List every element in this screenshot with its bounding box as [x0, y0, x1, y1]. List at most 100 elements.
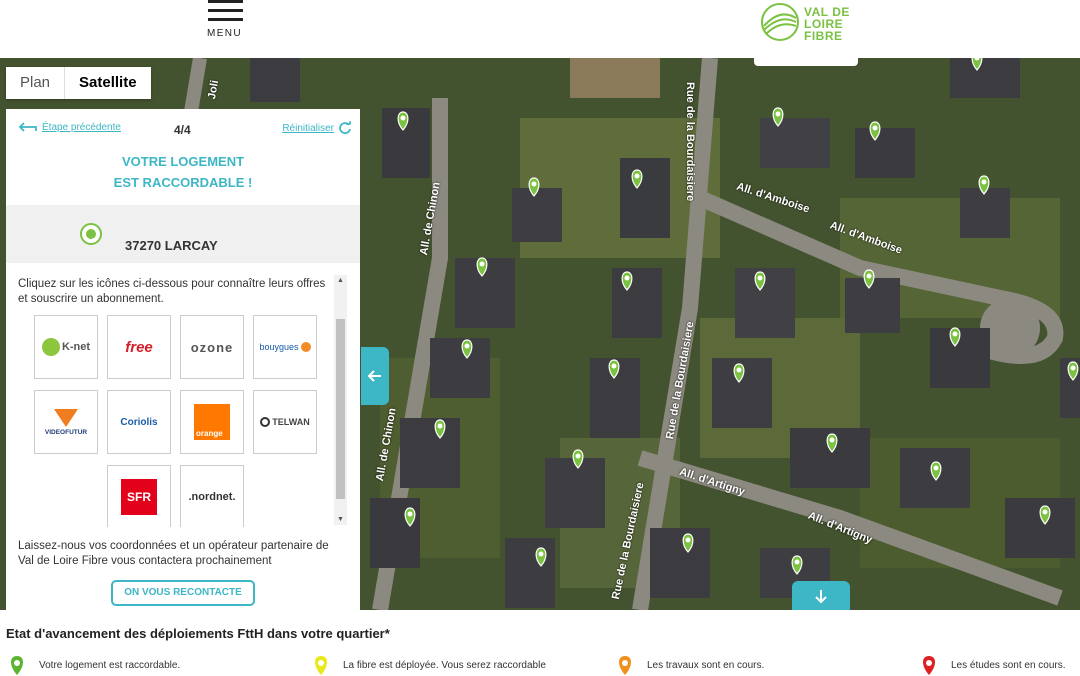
location-marker-icon	[978, 175, 990, 195]
address-box	[6, 205, 360, 263]
videofutur-logo: VIDEOFUTUR	[44, 408, 88, 436]
menu-bar	[208, 18, 243, 21]
operator-telwan-button[interactable]: TELWAN	[253, 390, 317, 454]
scroll-down-button[interactable]	[792, 581, 850, 610]
address-text: 37270 LARCAY	[125, 238, 218, 253]
location-marker-icon	[434, 419, 446, 439]
ozone-logo: ozone	[190, 339, 234, 355]
scroll-down-icon[interactable]: ▼	[337, 516, 344, 523]
legend-label: Votre logement est raccordable.	[39, 659, 181, 671]
legend-item: Votre logement est raccordable.	[9, 654, 180, 676]
legend-item: La fibre est déployée. Vous serez raccor…	[313, 654, 546, 676]
location-marker-icon	[621, 271, 633, 291]
nordnet-logo: .nordnet.	[188, 491, 236, 503]
result-heading-line1: VOTRE LOGEMENT	[121, 154, 245, 169]
refresh-icon	[339, 121, 351, 134]
legend-item: Les études sont en cours.	[921, 654, 1066, 676]
legend-item: Les travaux sont en cours.	[617, 654, 764, 676]
reset-label: Réinitialiser	[282, 122, 334, 134]
back-arrow-icon	[18, 122, 37, 132]
arrow-down-icon	[815, 589, 827, 603]
operator-grid: K-net free ozone bouygues VIDEOFUTUR Cor…	[34, 315, 322, 527]
legend-title: Etat d'avancement des déploiements FttH …	[6, 626, 390, 641]
operators-scrollbar[interactable]: ▲ ▼	[334, 275, 347, 525]
operator-ozone-button[interactable]: ozone	[180, 315, 244, 379]
location-marker-icon	[772, 107, 784, 127]
operator-knet-button[interactable]: K-net	[34, 315, 98, 379]
menu-label[interactable]: MENU	[207, 28, 242, 39]
location-marker-icon	[404, 507, 416, 527]
location-marker-icon	[528, 177, 540, 197]
location-marker-icon	[572, 449, 584, 469]
yellow-marker-icon	[315, 656, 327, 675]
menu-bar	[208, 0, 243, 3]
operators-intro-text: Cliquez sur les icônes ci-dessous pour c…	[18, 278, 326, 305]
red-marker-icon	[923, 656, 935, 675]
location-marker-icon	[826, 433, 838, 453]
operator-label: SFR	[127, 490, 151, 504]
menu-bar	[208, 9, 243, 12]
deployment-legend: Etat d'avancement des déploiements FttH …	[0, 610, 1080, 675]
free-logo: free	[125, 338, 153, 356]
scrollbar-thumb[interactable]	[336, 319, 345, 499]
contact-me-button[interactable]: ON VOUS RECONTACTE	[111, 580, 255, 606]
orange-logo: orange	[194, 404, 230, 440]
site-header: MENU VAL DE LOIRE FIBRE	[0, 0, 1080, 58]
coriolis-logo: Coriolis	[120, 416, 158, 428]
logo-tab	[754, 58, 858, 66]
eligibility-panel: Étape précédente 4/4 Réinitialiser VOTRE…	[6, 109, 360, 610]
step-counter: 4/4	[174, 123, 191, 137]
location-marker-icon	[608, 359, 620, 379]
val-de-loire-fibre-logo[interactable]: VAL DE LOIRE FIBRE	[758, 0, 858, 48]
contact-text: Laissez-nous vos coordonnées et un opéra…	[18, 540, 329, 567]
location-marker-icon	[930, 461, 942, 481]
legend-label: Les travaux sont en cours.	[647, 659, 765, 671]
location-marker-icon	[682, 533, 694, 553]
operator-coriolis-button[interactable]: Coriolis	[107, 390, 171, 454]
previous-step-label: Étape précédente	[42, 121, 121, 133]
location-marker-icon	[397, 111, 409, 131]
location-marker-icon	[754, 271, 766, 291]
location-marker-icon	[949, 327, 961, 347]
map-type-plan-button[interactable]: Plan	[6, 67, 64, 99]
operator-label: bouygues	[259, 342, 299, 352]
location-marker-icon	[971, 58, 983, 71]
location-marker-icon	[791, 555, 803, 575]
logo-swirl-icon	[761, 3, 799, 41]
logo-text-line: FIBRE	[804, 29, 843, 43]
scroll-up-icon[interactable]: ▲	[337, 277, 344, 284]
arrow-left-icon	[367, 370, 381, 382]
location-marker-icon	[631, 169, 643, 189]
previous-step-link[interactable]: Étape précédente	[16, 121, 121, 133]
map-type-satellite-button[interactable]: Satellite	[64, 67, 151, 99]
operator-label: TELWAN	[272, 417, 310, 427]
operator-nordnet-button[interactable]: .nordnet.	[180, 465, 244, 527]
map-type-toggle: Plan Satellite	[6, 67, 151, 99]
location-marker-icon	[461, 339, 473, 359]
operator-bouygues-button[interactable]: bouygues	[253, 315, 317, 379]
operator-orange-button[interactable]: orange	[180, 390, 244, 454]
location-marker-icon	[476, 257, 488, 277]
operator-label: orange	[196, 429, 223, 438]
legend-label: Les études sont en cours.	[951, 659, 1066, 671]
operator-free-button[interactable]: free	[107, 315, 171, 379]
operator-videofutur-button[interactable]: VIDEOFUTUR	[34, 390, 98, 454]
operator-sfr-button[interactable]: SFR	[107, 465, 171, 527]
knet-logo: K-net	[41, 338, 91, 356]
operator-label: K-net	[61, 341, 91, 353]
sfr-logo: SFR	[121, 479, 157, 515]
location-marker-icon	[1039, 505, 1051, 525]
collapse-panel-button[interactable]	[361, 347, 389, 405]
location-marker-icon	[535, 547, 547, 567]
telwan-logo: TELWAN	[260, 417, 310, 427]
green-marker-icon	[11, 656, 23, 675]
reset-link[interactable]: Réinitialiser	[282, 121, 352, 135]
bouygues-logo: bouygues	[259, 342, 311, 352]
location-marker-icon	[733, 363, 745, 383]
address-marker-icon	[80, 223, 102, 245]
location-marker-icon	[863, 269, 875, 289]
location-marker-icon	[869, 121, 881, 141]
legend-label: La fibre est déployée. Vous serez raccor…	[343, 659, 546, 671]
operator-label: VIDEOFUTUR	[44, 428, 88, 436]
location-marker-icon	[1067, 361, 1079, 381]
